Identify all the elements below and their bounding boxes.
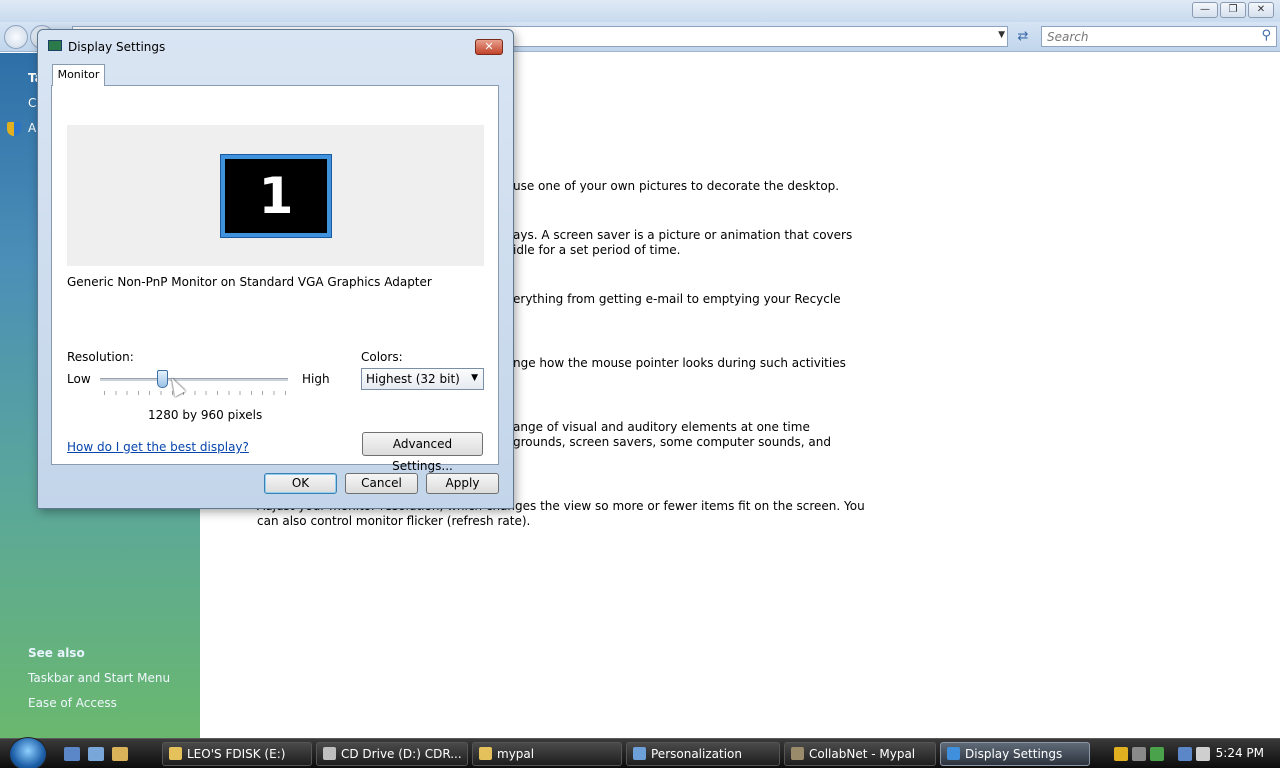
address-dropdown-icon[interactable]: ▼ xyxy=(998,30,1005,40)
taskbar-button-personalization[interactable]: Personalization xyxy=(626,742,780,766)
colors-select[interactable]: Highest (32 bit) ▼ xyxy=(361,368,484,390)
start-button[interactable] xyxy=(9,737,47,768)
taskbar-button-display-settings[interactable]: Display Settings xyxy=(940,742,1090,766)
taskbar-button-label: Display Settings xyxy=(965,747,1063,761)
taskbar-start-menu-link[interactable]: Taskbar and Start Menu xyxy=(28,671,170,685)
see-also-heading: See also xyxy=(28,646,85,660)
resolution-low-label: Low xyxy=(67,372,91,386)
monitor-arrangement-area: 1 xyxy=(67,125,484,266)
resolution-value: 1280 by 960 pixels xyxy=(148,408,263,422)
theme-description-2: grounds, screen savers, some computer so… xyxy=(513,435,831,449)
tab-monitor[interactable]: Monitor xyxy=(52,64,105,86)
resolution-high-label: High xyxy=(302,372,330,386)
apply-button[interactable]: Apply xyxy=(426,473,499,494)
display-settings-icon xyxy=(48,40,62,51)
quick-launch-icon[interactable] xyxy=(112,747,128,761)
ease-of-access-link[interactable]: Ease of Access xyxy=(28,696,117,710)
ok-button[interactable]: OK xyxy=(264,473,337,494)
system-tray: 5:24 PM xyxy=(1100,739,1280,768)
show-desktop-icon[interactable] xyxy=(64,747,80,761)
security-shield-icon[interactable] xyxy=(1114,747,1128,761)
taskbar-button-label: LEO'S FDISK (E:) xyxy=(187,747,286,761)
screen-saver-description: ays. A screen saver is a picture or anim… xyxy=(513,228,853,242)
best-display-help-link[interactable]: How do I get the best display? xyxy=(67,440,249,454)
back-button[interactable] xyxy=(4,25,28,49)
resolution-label: Resolution: xyxy=(67,350,134,364)
resolution-slider-thumb[interactable] xyxy=(156,370,168,388)
folder-icon xyxy=(479,747,492,760)
maximize-button[interactable]: ❐ xyxy=(1220,2,1246,18)
search-input[interactable]: Search ⚲ xyxy=(1041,26,1277,47)
taskbar: LEO'S FDISK (E:) CD Drive (D:) CDR... my… xyxy=(0,737,1280,768)
network-icon[interactable] xyxy=(1178,747,1192,761)
display-settings-description-2: can also control monitor flicker (refres… xyxy=(257,514,531,528)
display-settings-dialog: Display Settings ✕ Monitor 1 Generic Non… xyxy=(37,29,514,509)
taskbar-button-label: Personalization xyxy=(651,747,742,761)
volume-muted-icon[interactable] xyxy=(1196,747,1210,761)
switch-windows-icon[interactable] xyxy=(88,747,104,761)
window-controls: — ❐ ✕ xyxy=(1192,2,1274,18)
desktop-background-description: use one of your own pictures to decorate… xyxy=(513,179,840,193)
taskbar-button-cd-drive[interactable]: CD Drive (D:) CDR... xyxy=(316,742,468,766)
close-window-button[interactable]: ✕ xyxy=(1248,2,1274,18)
dialog-close-button[interactable]: ✕ xyxy=(475,39,503,55)
search-placeholder: Search xyxy=(1047,30,1089,44)
display-settings-icon xyxy=(947,747,960,760)
cd-drive-icon xyxy=(323,747,336,760)
cancel-button[interactable]: Cancel xyxy=(345,473,418,494)
task-link-2[interactable]: A xyxy=(28,121,36,135)
tray-status-icon[interactable] xyxy=(1150,747,1164,761)
search-icon[interactable]: ⚲ xyxy=(1261,28,1271,43)
minimize-button[interactable]: — xyxy=(1192,2,1218,18)
monitor-tab-panel: 1 Generic Non-PnP Monitor on Standard VG… xyxy=(51,85,499,473)
monitor-1-tile[interactable]: 1 xyxy=(220,154,332,238)
taskbar-button-collabnet[interactable]: CollabNet - Mypal xyxy=(784,742,936,766)
task-link-1[interactable]: C xyxy=(28,96,36,110)
colors-selected-value: Highest (32 bit) xyxy=(366,372,460,386)
resolution-slider-ticks xyxy=(104,391,286,395)
tray-app-icon[interactable] xyxy=(1132,747,1146,761)
monitor-description: Generic Non-PnP Monitor on Standard VGA … xyxy=(67,275,432,289)
folder-icon xyxy=(169,747,182,760)
taskbar-button-label: mypal xyxy=(497,747,535,761)
taskbar-button-label: CD Drive (D:) CDR... xyxy=(341,747,462,761)
mouse-pointers-description: nge how the mouse pointer looks during s… xyxy=(513,356,846,370)
taskbar-button-mypal[interactable]: mypal xyxy=(472,742,622,766)
colors-label: Colors: xyxy=(361,350,403,364)
screen-saver-description-2: idle for a set period of time. xyxy=(513,243,681,257)
refresh-icon[interactable]: ⇄ xyxy=(1012,26,1034,47)
sounds-description: erything from getting e-mail to emptying… xyxy=(513,292,841,306)
resolution-slider[interactable] xyxy=(100,378,288,381)
taskbar-button-fdisk[interactable]: LEO'S FDISK (E:) xyxy=(162,742,312,766)
theme-description: ange of visual and auditory elements at … xyxy=(513,420,810,434)
advanced-settings-button[interactable]: Advanced Settings... xyxy=(362,432,483,473)
taskbar-button-label: CollabNet - Mypal xyxy=(809,747,916,761)
shield-icon xyxy=(7,122,21,136)
browser-icon xyxy=(791,747,804,760)
chevron-down-icon[interactable]: ▼ xyxy=(471,373,478,383)
personalization-icon xyxy=(633,747,646,760)
clock[interactable]: 5:24 PM xyxy=(1216,746,1264,760)
window-titlebar: — ❐ ✕ xyxy=(0,0,1280,22)
dialog-title: Display Settings xyxy=(68,40,166,54)
